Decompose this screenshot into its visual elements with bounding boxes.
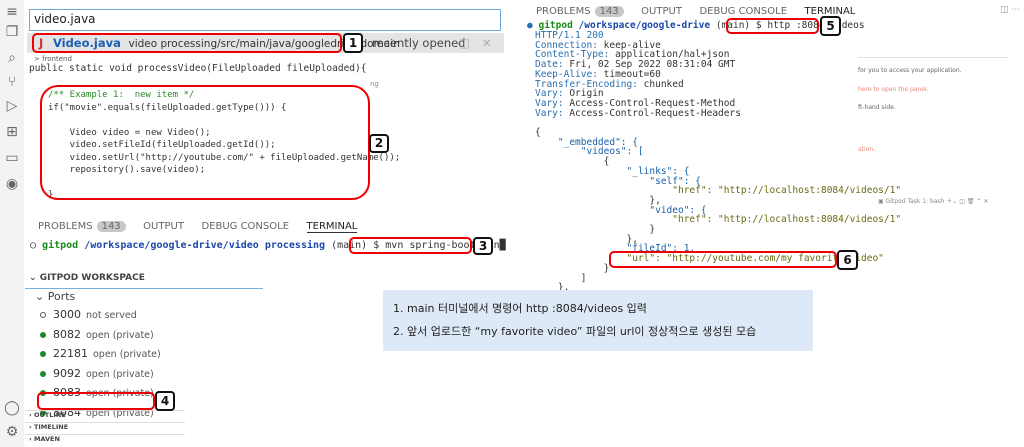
tab-output[interactable]: OUTPUT: [641, 6, 682, 17]
port-item-8082[interactable]: 8082 open (private): [40, 328, 154, 341]
highlight-2: [40, 85, 370, 200]
panel-link[interactable]: here to open the panel.: [858, 86, 929, 93]
info-box: 1. main 터미널에서 명령어 http :8084/videos 입력 2…: [383, 290, 813, 351]
panel-tabs-right: PROBLEMS 143 OUTPUT DEBUG CONSOLE TERMINA…: [536, 4, 869, 17]
method-signature: public static void processVideo(FileUplo…: [29, 63, 367, 74]
recently-opened-label: recently opened: [372, 36, 466, 50]
tab-problems[interactable]: PROBLEMS: [38, 221, 93, 232]
port-number: 3000: [53, 308, 81, 321]
tab-terminal[interactable]: TERMINAL: [306, 221, 358, 233]
problems-count-badge: 143: [96, 221, 126, 232]
port-open-icon: [40, 331, 46, 338]
github-icon[interactable]: ◉: [4, 176, 20, 192]
search-icon[interactable]: ⌕: [4, 50, 20, 66]
annotation-4: 4: [155, 391, 175, 411]
port-status: not served: [86, 310, 137, 321]
ports-group[interactable]: ⌄ Ports: [35, 290, 75, 303]
port-open-icon: [40, 351, 46, 357]
terminal-task-selector[interactable]: ▣ Gitpod Task 1: bash ＋⌄ ◫ 🗑 ⌃ ✕: [878, 196, 988, 205]
port-number: 9092: [53, 366, 81, 380]
tab-problems[interactable]: PROBLEMS: [536, 6, 591, 17]
breadcrumb[interactable]: > frontend: [34, 55, 72, 63]
port-status: open (private): [86, 329, 154, 341]
highlight-1: [32, 33, 342, 53]
json-line: ]: [535, 272, 587, 284]
highlight-4: [37, 392, 155, 410]
extensions-icon[interactable]: ⊞: [4, 124, 20, 140]
annotation-3: 3: [473, 237, 493, 255]
annotation-5: 5: [820, 16, 841, 36]
problems-count-badge: 143: [594, 6, 624, 17]
menu-icon[interactable]: ≡: [4, 4, 20, 20]
tab-debug-console[interactable]: DEBUG CONSOLE: [699, 6, 787, 17]
port-number: 8082: [53, 327, 81, 341]
remote-explorer-icon[interactable]: ▭: [4, 150, 20, 166]
http-response-headers: HTTP/1.1 200 Connection: keep-alive Conten…: [535, 31, 741, 118]
highlight-3: [349, 237, 472, 254]
tab-debug-console[interactable]: DEBUG CONSOLE: [201, 221, 289, 232]
activity-bar: ≡ ❐ ⌕ ⑂ ▷ ⊞ ▭ ◉ ◯ ⚙: [0, 0, 24, 447]
account-icon[interactable]: ◯: [4, 400, 20, 416]
gitpod-workspace-panel: ⌄ GITPOD WORKSPACE ⌄ Ports 3000 not serve…: [25, 270, 263, 419]
highlight-6: [609, 251, 837, 268]
port-status: open (private): [86, 368, 154, 380]
info-line-1: 1. main 터미널에서 명령어 http :8084/videos 입력: [393, 302, 647, 315]
panel-actions-icon[interactable]: ◫ ⋯: [1000, 5, 1020, 15]
info-line-2: 2. 앞서 업로드한 “my favorite video” 파일의 url이 …: [393, 325, 757, 338]
annotation-6: 6: [837, 250, 858, 270]
close-icon[interactable]: ✕: [482, 33, 492, 53]
settings-gear-icon[interactable]: ⚙: [4, 424, 20, 440]
highlight-5: [726, 18, 819, 34]
header-line: Vary: Access-Control-Request-Headers: [535, 107, 741, 119]
port-item-3000[interactable]: 3000 not served: [40, 308, 137, 321]
panel-text: for you to access your application.: [858, 67, 962, 74]
section-timeline[interactable]: › TIMELINE: [25, 422, 185, 433]
port-open-icon: [40, 370, 46, 377]
run-debug-icon[interactable]: ▷: [4, 98, 20, 114]
quick-open-input[interactable]: video.java: [29, 9, 501, 31]
source-control-icon[interactable]: ⑂: [4, 74, 20, 90]
annotation-1: 1: [343, 33, 363, 53]
port-closed-icon: [40, 312, 46, 318]
explorer-icon[interactable]: ❐: [4, 24, 20, 40]
port-item-22181[interactable]: 22181 open (private): [40, 347, 161, 360]
panel-tabs-left: PROBLEMS 143 OUTPUT DEBUG CONSOLE TERMINA…: [38, 219, 371, 233]
workspace-title[interactable]: ⌄ GITPOD WORKSPACE: [29, 273, 145, 283]
split-icon[interactable]: ◫: [459, 33, 470, 53]
background-fragment: ng: [370, 80, 379, 88]
port-number: 22181: [53, 347, 88, 360]
port-status: open (private): [93, 349, 161, 360]
tab-output[interactable]: OUTPUT: [143, 221, 184, 232]
annotation-2: 2: [369, 134, 389, 153]
section-maven[interactable]: › MAVEN: [25, 434, 185, 445]
panel-text: ation.: [858, 146, 876, 153]
panel-text: ft-hand side.: [858, 104, 896, 111]
port-item-9092[interactable]: 9092 open (private): [40, 367, 154, 380]
right-side-panel: ◫ ⋯ for you to access your application. …: [858, 0, 1024, 190]
section-outline[interactable]: › OUTLINE: [25, 410, 185, 421]
